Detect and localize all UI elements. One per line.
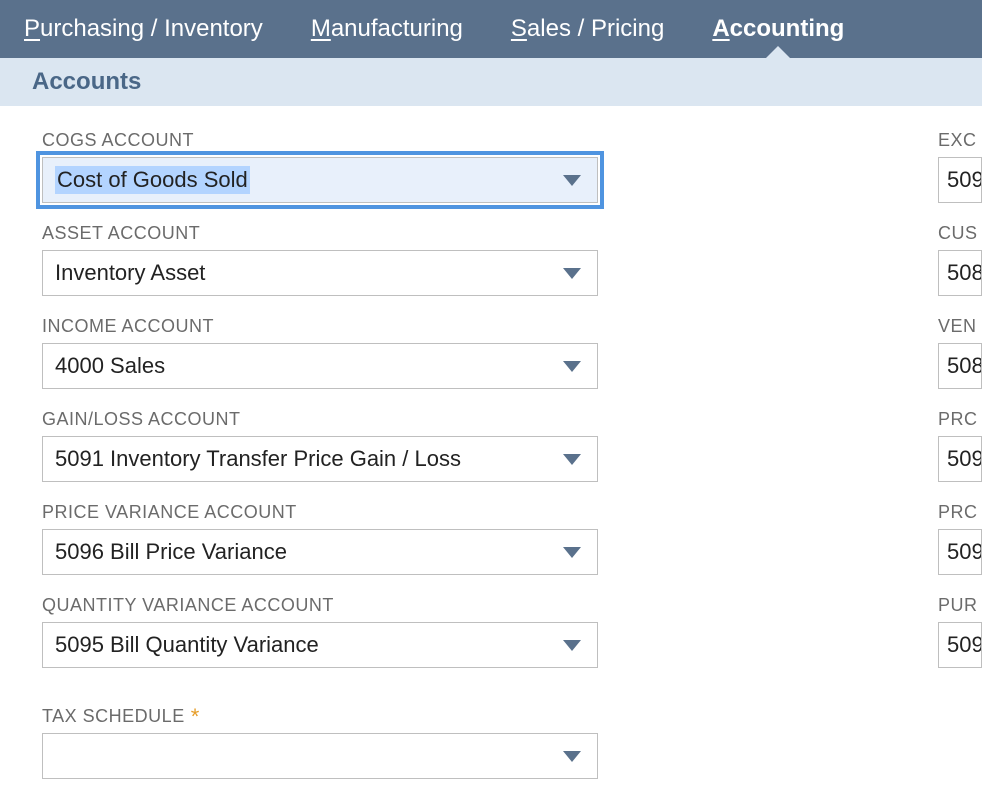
dropdown-quantity-variance-account[interactable]: 5095 Bill Quantity Variance bbox=[42, 622, 598, 668]
label-gainloss-account: GAIN/LOSS ACCOUNT bbox=[42, 409, 598, 430]
dropdown-value: Inventory Asset bbox=[55, 260, 205, 286]
dropdown-pur[interactable]: 509 bbox=[938, 622, 982, 668]
dropdown-value: Cost of Goods Sold bbox=[55, 166, 250, 194]
tab-manufacturing[interactable]: Manufacturing bbox=[311, 1, 463, 57]
dropdown-value: 508 bbox=[947, 260, 982, 286]
tab-sales[interactable]: Sales / Pricing bbox=[511, 1, 664, 57]
content-area: COGS ACCOUNT Cost of Goods Sold ASSET AC… bbox=[0, 106, 982, 799]
tab-accounting[interactable]: Accounting bbox=[712, 1, 844, 57]
tab-purchasing[interactable]: Purchasing / Inventory bbox=[24, 1, 263, 57]
dropdown-prc-2[interactable]: 509 bbox=[938, 529, 982, 575]
dropdown-value: 5091 Inventory Transfer Price Gain / Los… bbox=[55, 446, 461, 472]
dropdown-prc-1[interactable]: 509 bbox=[938, 436, 982, 482]
top-nav: Purchasing / Inventory Manufacturing Sal… bbox=[0, 0, 982, 58]
chevron-down-icon bbox=[563, 361, 581, 372]
label-cus: CUS bbox=[938, 223, 982, 244]
label-pur: PUR bbox=[938, 595, 982, 616]
label-quantity-variance-account: QUANTITY VARIANCE ACCOUNT bbox=[42, 595, 598, 616]
chevron-down-icon bbox=[563, 751, 581, 762]
dropdown-value: 509 bbox=[947, 539, 982, 565]
dropdown-value: 4000 Sales bbox=[55, 353, 165, 379]
section-header-accounts: Accounts bbox=[0, 58, 982, 106]
column-left: COGS ACCOUNT Cost of Goods Sold ASSET AC… bbox=[42, 130, 598, 799]
column-right: EXC 509 CUS 508 VEN 508 PRC 509 PRC bbox=[938, 130, 982, 799]
label-prc-1: PRC bbox=[938, 409, 982, 430]
dropdown-value: 5096 Bill Price Variance bbox=[55, 539, 287, 565]
dropdown-cogs-account[interactable]: Cost of Goods Sold bbox=[42, 157, 598, 203]
dropdown-tax-schedule[interactable] bbox=[42, 733, 598, 779]
dropdown-income-account[interactable]: 4000 Sales bbox=[42, 343, 598, 389]
dropdown-cus[interactable]: 508 bbox=[938, 250, 982, 296]
label-cogs-account: COGS ACCOUNT bbox=[42, 130, 598, 151]
dropdown-asset-account[interactable]: Inventory Asset bbox=[42, 250, 598, 296]
chevron-down-icon bbox=[563, 268, 581, 279]
dropdown-value: 508 bbox=[947, 353, 982, 379]
dropdown-price-variance-account[interactable]: 5096 Bill Price Variance bbox=[42, 529, 598, 575]
dropdown-value: 5095 Bill Quantity Variance bbox=[55, 632, 319, 658]
dropdown-value: 509 bbox=[947, 167, 982, 193]
label-exc: EXC bbox=[938, 130, 982, 151]
label-asset-account: ASSET ACCOUNT bbox=[42, 223, 598, 244]
dropdown-gainloss-account[interactable]: 5091 Inventory Transfer Price Gain / Los… bbox=[42, 436, 598, 482]
chevron-down-icon bbox=[563, 454, 581, 465]
label-income-account: INCOME ACCOUNT bbox=[42, 316, 598, 337]
label-tax-schedule: TAX SCHEDULE * bbox=[42, 706, 598, 727]
dropdown-value: 509 bbox=[947, 632, 982, 658]
dropdown-value: 509 bbox=[947, 446, 982, 472]
dropdown-exc[interactable]: 509 bbox=[938, 157, 982, 203]
required-indicator: * bbox=[191, 711, 200, 722]
label-price-variance-account: PRICE VARIANCE ACCOUNT bbox=[42, 502, 598, 523]
chevron-down-icon bbox=[563, 175, 581, 186]
label-prc-2: PRC bbox=[938, 502, 982, 523]
chevron-down-icon bbox=[563, 547, 581, 558]
label-ven: VEN bbox=[938, 316, 982, 337]
chevron-down-icon bbox=[563, 640, 581, 651]
dropdown-ven[interactable]: 508 bbox=[938, 343, 982, 389]
